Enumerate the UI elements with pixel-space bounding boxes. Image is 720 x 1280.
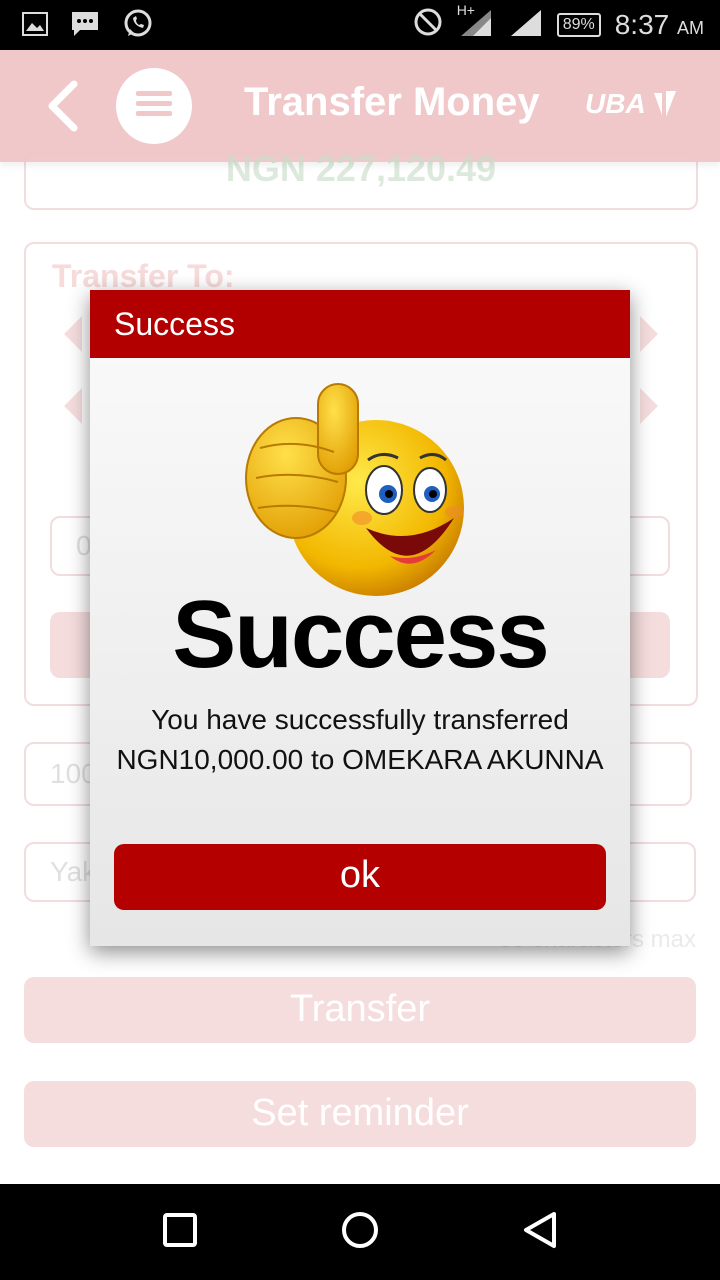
dialog-header: Success xyxy=(90,290,630,358)
success-message: You have successfully transferred NGN10,… xyxy=(116,704,604,775)
success-dialog: Success Success You have successfully tr… xyxy=(90,290,630,946)
recents-icon[interactable] xyxy=(162,1212,198,1253)
thumbs-up-smiley-icon xyxy=(240,378,480,603)
navigation-bar xyxy=(0,1184,720,1280)
home-icon[interactable] xyxy=(340,1210,380,1255)
dialog-overlay: Success Success You have successfully tr… xyxy=(0,0,720,1184)
back-nav-icon[interactable] xyxy=(520,1210,560,1255)
ok-button[interactable]: ok xyxy=(114,844,606,910)
success-heading: Success xyxy=(172,581,550,688)
